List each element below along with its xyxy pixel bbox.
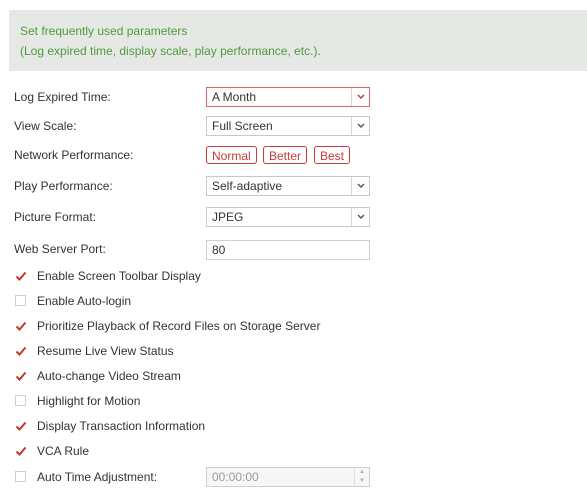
play-perf-select[interactable]: Self-adaptive — [206, 176, 370, 196]
view-scale-select[interactable]: Full Screen — [206, 116, 370, 136]
info-banner: Set frequently used parameters (Log expi… — [9, 10, 587, 71]
checkbox-label-auto-change-stream: Auto-change Video Stream — [37, 369, 181, 383]
auto-time-value: 00:00:00 — [212, 470, 259, 484]
checkbox-label-auto-time: Auto Time Adjustment: — [37, 470, 158, 484]
check-icon[interactable] — [15, 370, 27, 381]
checkbox-unchecked[interactable] — [15, 295, 26, 306]
view-scale-label: View Scale: — [14, 119, 77, 133]
network-better-button[interactable]: Better — [263, 146, 308, 164]
web-port-label: Web Server Port: — [14, 242, 106, 256]
view-scale-value: Full Screen — [212, 119, 273, 133]
banner-line-2: (Log expired time, display scale, play p… — [20, 44, 321, 58]
picture-format-select[interactable]: JPEG — [206, 207, 370, 227]
chevron-down-icon[interactable] — [351, 177, 369, 195]
play-perf-value: Self-adaptive — [212, 179, 283, 193]
network-label: Network Performance: — [14, 148, 134, 162]
auto-time-input[interactable]: 00:00:00 ▲ ▼ — [206, 467, 370, 487]
checkbox-unchecked[interactable] — [15, 471, 26, 482]
check-icon[interactable] — [15, 345, 27, 356]
checkbox-label-auto-login: Enable Auto-login — [37, 294, 132, 308]
checkbox-label-resume-live: Resume Live View Status — [37, 344, 174, 358]
web-port-row: Web Server Port: — [14, 239, 106, 259]
log-expired-value: A Month — [212, 90, 257, 104]
log-expired-select[interactable]: A Month — [206, 87, 370, 107]
log-expired-label: Log Expired Time: — [14, 90, 111, 104]
play-perf-row: Play Performance: — [14, 176, 113, 196]
check-icon[interactable] — [15, 420, 27, 431]
checkbox-label-toolbar: Enable Screen Toolbar Display — [37, 269, 201, 283]
check-icon[interactable] — [15, 320, 27, 331]
log-expired-row: Log Expired Time: — [14, 87, 111, 107]
network-segment: Normal Better Best — [206, 146, 366, 164]
play-perf-label: Play Performance: — [14, 179, 113, 193]
checkbox-unchecked[interactable] — [15, 395, 26, 406]
check-icon[interactable] — [15, 445, 27, 456]
chevron-down-icon[interactable] — [351, 88, 369, 106]
network-best-button[interactable]: Best — [314, 146, 351, 164]
network-row: Network Performance: — [14, 145, 133, 165]
chevron-down-icon[interactable] — [351, 208, 369, 226]
checkbox-label-prioritize-playback: Prioritize Playback of Record Files on S… — [37, 319, 321, 333]
checkbox-label-highlight-motion: Highlight for Motion — [37, 394, 141, 408]
checkbox-label-vca-rule: VCA Rule — [37, 444, 90, 458]
picture-format-row: Picture Format: — [14, 207, 96, 227]
banner-line-1: Set frequently used parameters — [20, 24, 188, 38]
picture-format-label: Picture Format: — [14, 210, 97, 224]
spinner-down-icon[interactable]: ▼ — [355, 477, 369, 486]
check-icon[interactable] — [15, 270, 27, 281]
chevron-down-icon[interactable] — [351, 117, 369, 135]
spinner-icon[interactable]: ▲ ▼ — [354, 468, 369, 486]
checkbox-label-transaction-info: Display Transaction Information — [37, 419, 206, 433]
web-port-input[interactable] — [206, 240, 370, 260]
network-normal-button[interactable]: Normal — [206, 146, 257, 164]
spinner-up-icon[interactable]: ▲ — [355, 468, 369, 477]
picture-format-value: JPEG — [212, 210, 244, 224]
view-scale-row: View Scale: — [14, 116, 76, 136]
